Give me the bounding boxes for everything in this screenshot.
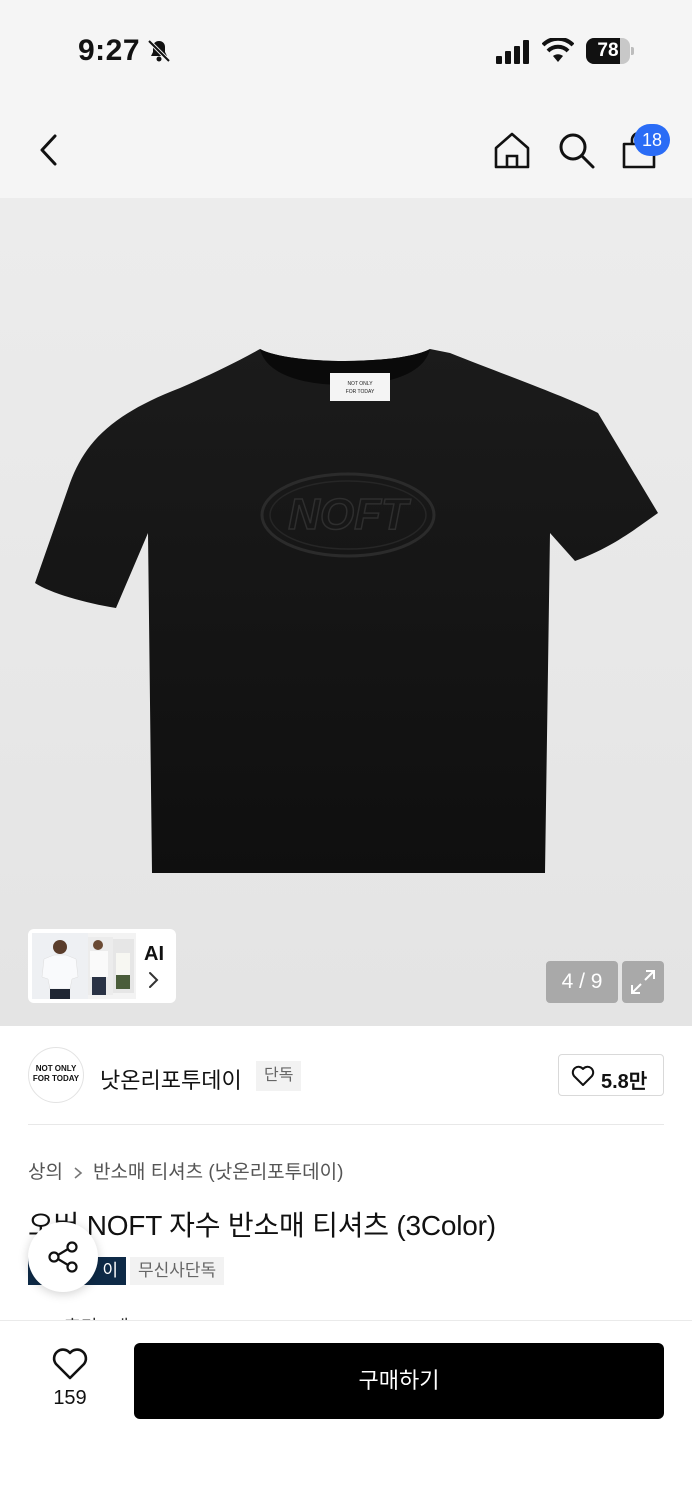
expand-icon (631, 970, 655, 994)
divider (28, 1124, 664, 1125)
product-image-gallery[interactable]: NOT ONLY FOR TODAY NOFT AI 4 / 9 (0, 198, 692, 1026)
bell-muted-icon (147, 39, 171, 63)
brand-like-button[interactable]: 5.8만 (558, 1054, 664, 1096)
ai-recommendation-card[interactable]: AI (28, 929, 176, 1003)
home-icon[interactable] (492, 130, 532, 170)
expand-button[interactable] (622, 961, 664, 1003)
status-time: 9:27 (78, 34, 141, 67)
bottom-action-bar: 159 구매하기 (0, 1320, 692, 1500)
brand-exclusive-tag: 단독 (256, 1061, 302, 1091)
brand-name[interactable]: 낫온리포투데이 (100, 1063, 242, 1095)
model-thumbnails (32, 933, 136, 999)
cart-count-badge: 18 (634, 124, 670, 156)
wifi-icon (542, 38, 574, 62)
breadcrumb-category[interactable]: 상의 (28, 1162, 63, 1183)
signal-icon (496, 40, 529, 64)
share-icon (48, 1241, 78, 1273)
breadcrumb-subcategory[interactable]: 반소매 티셔츠 (낫온리포투데이) (93, 1162, 343, 1183)
status-bar: 9:27 78 (0, 0, 692, 100)
chevron-right-icon (74, 1167, 83, 1179)
top-nav (0, 100, 692, 198)
chevron-right-icon (149, 972, 159, 988)
brand-like-count: 5.8만 (601, 1071, 648, 1093)
image-page-counter: 4 / 9 (546, 961, 618, 1003)
heart-icon (571, 1065, 595, 1086)
svg-text:NOT ONLY: NOT ONLY (347, 381, 373, 387)
ai-label: AI (144, 943, 164, 965)
brand-logo-text: NOT ONLY FOR TODAY (32, 1064, 80, 1083)
search-icon[interactable] (556, 130, 596, 170)
back-icon[interactable] (30, 130, 70, 170)
wish-count: 159 (53, 1387, 87, 1409)
product-title: 오버 NOFT 자수 반소매 티셔츠 (3Color) (28, 1210, 496, 1241)
battery-indicator: 78 (586, 38, 634, 64)
brand-logo[interactable]: NOT ONLY FOR TODAY (28, 1047, 84, 1103)
battery-percent: 78 (597, 40, 619, 61)
heart-icon[interactable] (51, 1347, 89, 1381)
share-button[interactable] (28, 1222, 98, 1292)
svg-text:FOR TODAY: FOR TODAY (346, 389, 375, 395)
breadcrumb: 상의 반소매 티셔츠 (낫온리포투데이) (28, 1157, 343, 1184)
buy-button[interactable]: 구매하기 (134, 1343, 664, 1419)
product-image: NOT ONLY FOR TODAY NOFT (35, 349, 658, 873)
svg-text:NOFT: NOFT (288, 490, 411, 539)
product-tag-exclusive: 무신사단독 (130, 1257, 225, 1285)
